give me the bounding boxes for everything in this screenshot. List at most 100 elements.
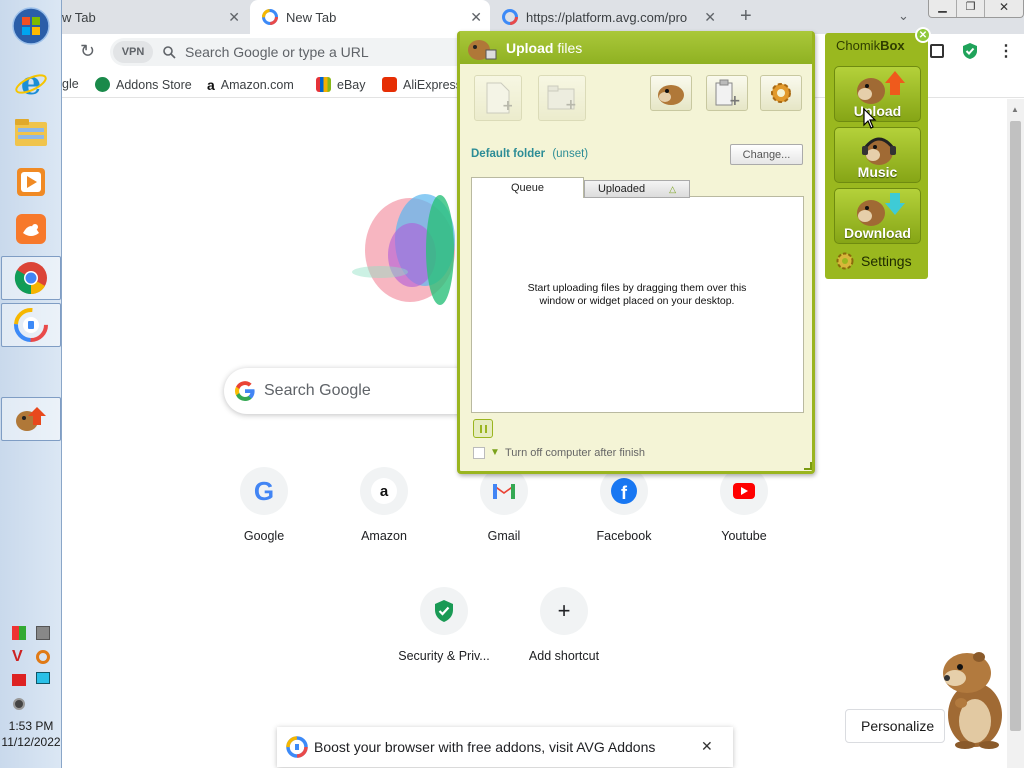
shortcut-security-privacy[interactable]: Security & Priv... <box>394 587 494 663</box>
svg-text:+: + <box>565 97 577 112</box>
resize-grip-icon[interactable] <box>804 462 812 470</box>
shortcut-label: Add shortcut <box>528 649 600 663</box>
add-folder-button[interactable]: + <box>538 75 586 121</box>
clock-date: 11/12/2022 <box>1 735 61 749</box>
restore-icon[interactable]: ❐ <box>956 0 984 17</box>
close-banner-icon[interactable]: ✕ <box>701 738 713 755</box>
youtube-icon <box>720 467 768 515</box>
add-icon: + <box>540 587 588 635</box>
media-player-icon[interactable] <box>11 162 51 202</box>
new-tab-plus-icon[interactable]: + <box>740 5 752 28</box>
tab-avg-platform[interactable]: https://platform.avg.com/pro ✕ <box>492 0 724 34</box>
addons-store-icon <box>95 77 110 92</box>
chomik-upload-button[interactable]: Upload <box>834 66 921 122</box>
hamster-upload-icon <box>857 71 905 104</box>
bookmark-amazon[interactable]: a Amazon.com <box>207 77 294 93</box>
chomikbox-widget[interactable]: ChomikBox ✕ Upload Music Download Settin… <box>825 27 931 279</box>
settings-label: Settings <box>861 253 912 269</box>
reload-icon[interactable]: ↻ <box>80 41 95 62</box>
bookmark-label: eBay <box>337 77 366 92</box>
avg-browser-icon[interactable] <box>1 303 61 347</box>
change-folder-button[interactable]: Change... <box>730 144 803 165</box>
gear-icon <box>771 83 791 103</box>
shortcut-add[interactable]: + Add shortcut <box>514 587 614 663</box>
aliexpress-icon <box>382 77 397 92</box>
tab-new-tab-active[interactable]: New Tab ✕ <box>250 0 490 34</box>
tray-speaker-icon[interactable] <box>13 698 25 710</box>
amazon-icon: a <box>207 77 215 93</box>
bookmark-google[interactable]: gle <box>62 77 79 91</box>
bookmark-addons-store[interactable]: Addons Store <box>95 77 192 92</box>
close-tab-icon[interactable]: ✕ <box>704 9 716 26</box>
close-tab-icon[interactable]: ✕ <box>228 9 240 26</box>
scroll-up-icon[interactable]: ▲ <box>1011 105 1019 114</box>
tray-v-icon[interactable]: V <box>12 648 23 666</box>
hamster-icon <box>658 85 684 105</box>
file-explorer-icon[interactable] <box>11 113 51 153</box>
tab-title: https://platform.avg.com/pro <box>526 9 688 25</box>
internet-explorer-icon[interactable]: e <box>11 63 51 103</box>
clipboard-add-icon: + <box>715 79 740 107</box>
menu-kebab-icon[interactable]: ⋮ <box>998 41 1014 61</box>
tab-title: New Tab <box>286 9 337 25</box>
mouse-cursor-icon <box>863 108 877 129</box>
title-plain: Chomik <box>836 38 881 53</box>
turn-off-checkbox[interactable] <box>473 447 485 459</box>
tray-app-icon[interactable] <box>12 626 26 640</box>
tab-new-tab-1[interactable]: w Tab ✕ <box>62 0 248 34</box>
chomik-settings-button[interactable]: Settings <box>835 250 912 272</box>
clock-time: 1:53 PM <box>8 719 54 733</box>
shortcut-label: Security & Priv... <box>398 649 490 663</box>
tray-flag-icon[interactable] <box>12 674 26 686</box>
close-widget-icon[interactable]: ✕ <box>915 27 931 43</box>
chomik-music-button[interactable]: Music <box>834 127 921 183</box>
personalize-button[interactable]: Personalize <box>845 709 945 743</box>
avg-browser-icon <box>286 736 308 758</box>
taskbar: e V 1:53 PM 11/12/2022 <box>0 0 62 768</box>
add-folder-icon: + <box>547 85 577 112</box>
hamster-upload-icon <box>468 40 497 60</box>
chomik-download-button[interactable]: Download <box>834 188 921 244</box>
window-controls: ▁ ❐ ✕ <box>928 0 1024 18</box>
chrome-icon[interactable] <box>1 256 61 300</box>
tab-title: w Tab <box>62 9 96 25</box>
close-window-icon[interactable]: ✕ <box>984 0 1023 17</box>
ebay-icon <box>316 77 331 92</box>
taskbar-clock[interactable]: 1:53 PM 11/12/2022 <box>0 718 62 750</box>
upload-files-window[interactable]: Upload files + + + Default folder (unset… <box>457 31 815 474</box>
shortcut-facebook[interactable]: f Facebook <box>574 467 674 543</box>
tray-search-icon[interactable] <box>36 650 50 664</box>
google-search-box[interactable]: Search Google <box>224 368 484 414</box>
bookmark-aliexpress[interactable]: AliExpress <box>382 77 462 92</box>
windows-start-icon[interactable] <box>11 6 51 46</box>
chomikbox-taskbar-icon[interactable] <box>1 397 61 441</box>
tab-queue[interactable]: Queue <box>471 177 584 198</box>
shortcut-amazon[interactable]: a Amazon <box>334 467 434 543</box>
sidebar-icon[interactable] <box>930 44 944 58</box>
vpn-badge[interactable]: VPN <box>113 41 153 63</box>
shortcut-google[interactable]: G Google <box>214 467 314 543</box>
pause-button[interactable] <box>473 419 493 438</box>
paste-button[interactable]: + <box>706 75 748 111</box>
tab-uploaded[interactable]: Uploaded △ <box>584 180 690 198</box>
upload-window-titlebar[interactable]: Upload files <box>460 31 812 64</box>
add-file-button[interactable]: + <box>474 75 522 121</box>
upload-settings-button[interactable] <box>760 75 802 111</box>
omnibox[interactable]: VPN Search Google or type a URL <box>110 38 490 66</box>
bookmark-label: AliExpress <box>403 77 463 92</box>
shortcut-gmail[interactable]: Gmail <box>454 467 554 543</box>
scrollbar-thumb[interactable] <box>1010 121 1021 731</box>
shortcut-label: Gmail <box>487 529 521 543</box>
avg-shield-icon[interactable] <box>961 42 979 60</box>
hamster-mascot[interactable] <box>935 645 1010 750</box>
tray-monitor-icon[interactable] <box>36 672 50 684</box>
close-tab-icon[interactable]: ✕ <box>470 9 482 26</box>
chomik-account-button[interactable] <box>650 75 692 111</box>
bookmark-ebay[interactable]: eBay <box>316 77 366 92</box>
hamster-download-icon <box>857 193 905 226</box>
tray-app-icon[interactable] <box>36 626 50 640</box>
minimize-icon[interactable]: ▁ <box>929 0 956 17</box>
shortcut-youtube[interactable]: Youtube <box>694 467 794 543</box>
tab-search-chevron-icon[interactable]: ⌄ <box>898 8 909 24</box>
uc-browser-icon[interactable] <box>11 209 51 249</box>
